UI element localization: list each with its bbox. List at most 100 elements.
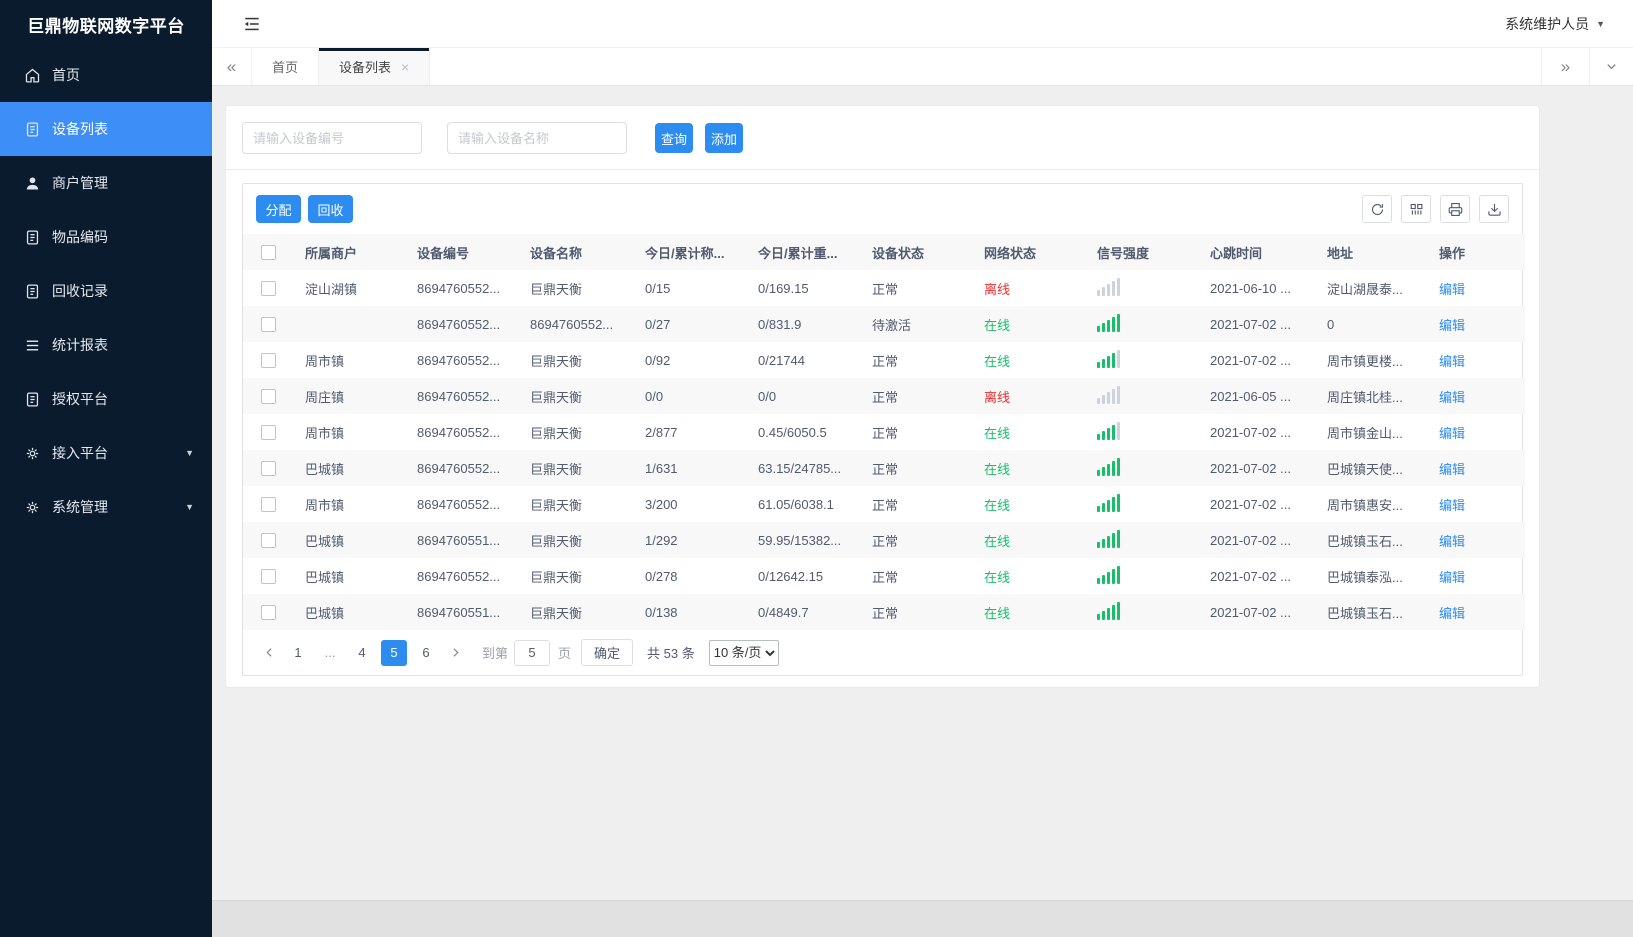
tab-device-list[interactable]: 设备列表 × <box>318 48 431 85</box>
cell-actions: 编辑 <box>1427 342 1525 378</box>
edit-link[interactable]: 编辑 <box>1439 534 1465 549</box>
sidebar-item-7[interactable]: 接入平台 ▼ <box>0 426 212 480</box>
edit-link[interactable]: 编辑 <box>1439 570 1465 585</box>
sidebar-item-2[interactable]: 商户管理 <box>0 156 212 210</box>
page-4-button[interactable]: 4 <box>349 640 375 666</box>
edit-link[interactable]: 编辑 <box>1439 354 1465 369</box>
row-checkbox[interactable] <box>260 317 276 333</box>
cell-checkbox <box>243 342 293 378</box>
cell-device-no: 8694760552... <box>417 316 501 332</box>
doc-icon <box>24 229 41 246</box>
add-button[interactable]: 添加 <box>705 123 743 153</box>
cell-device-no: 8694760551... <box>417 604 501 620</box>
row-checkbox[interactable] <box>260 497 276 513</box>
gear-icon <box>24 499 41 516</box>
cell-device-status: 待激活 <box>872 317 912 333</box>
tabs-scroll-left-button[interactable]: « <box>212 48 252 85</box>
page-5-button[interactable]: 5 <box>381 639 407 666</box>
sidebar-item-label: 商户管理 <box>52 175 108 191</box>
row-checkbox[interactable] <box>260 569 276 585</box>
page-1-button[interactable]: 1 <box>285 640 311 666</box>
cell-today-count: 0/278 <box>645 568 678 584</box>
table-row[interactable]: 巴城镇 8694760551... 巨鼎天衡 0/138 0/4849.7 正常… <box>243 594 1525 630</box>
table-row[interactable]: 8694760552... 8694760552... 0/27 0/831.9… <box>243 306 1525 342</box>
menu-fold-button[interactable] <box>242 14 262 34</box>
sidebar-item-3[interactable]: 物品编码 <box>0 210 212 264</box>
select-all-checkbox[interactable] <box>260 245 276 261</box>
cell-device-status: 正常 <box>872 281 899 297</box>
table-row[interactable]: 巴城镇 8694760552... 巨鼎天衡 1/631 63.15/24785… <box>243 450 1525 486</box>
column-settings-button[interactable] <box>1401 195 1431 223</box>
cell-device-name: 巨鼎天衡 <box>530 569 583 585</box>
edit-link[interactable]: 编辑 <box>1439 606 1465 621</box>
column-header-3: 今日/累计称... <box>633 234 746 270</box>
cell-heartbeat: 2021-07-02 ... <box>1210 568 1291 584</box>
sidebar-item-0[interactable]: 首页 <box>0 48 212 102</box>
edit-link[interactable]: 编辑 <box>1439 282 1465 297</box>
sidebar-item-5[interactable]: 统计报表 <box>0 318 212 372</box>
page-6-button[interactable]: 6 <box>413 640 439 666</box>
refresh-button[interactable] <box>1362 195 1392 223</box>
signal-strength-icon <box>1097 385 1120 404</box>
signal-strength-icon <box>1097 349 1120 368</box>
cell-heartbeat: 2021-07-02 ... <box>1210 496 1291 512</box>
edit-link[interactable]: 编辑 <box>1439 426 1465 441</box>
signal-strength-icon <box>1097 421 1120 440</box>
row-checkbox[interactable] <box>260 281 276 297</box>
prev-page-button[interactable] <box>256 640 282 666</box>
device-no-input[interactable] <box>242 122 422 154</box>
row-checkbox[interactable] <box>260 425 276 441</box>
table-row[interactable]: 周市镇 8694760552... 巨鼎天衡 2/877 0.45/6050.5… <box>243 414 1525 450</box>
sidebar-item-label: 物品编码 <box>52 229 108 245</box>
sidebar-item-6[interactable]: 授权平台 <box>0 372 212 426</box>
divider <box>226 169 1539 170</box>
table-row[interactable]: 周市镇 8694760552... 巨鼎天衡 0/92 0/21744 正常 在… <box>243 342 1525 378</box>
cell-address: 周市镇惠安... <box>1327 497 1403 513</box>
table-row[interactable]: 淀山湖镇 8694760552... 巨鼎天衡 0/15 0/169.15 正常… <box>243 270 1525 306</box>
cell-actions: 编辑 <box>1427 306 1525 342</box>
sidebar-item-1[interactable]: 设备列表 <box>0 102 212 156</box>
next-page-button[interactable] <box>442 640 468 666</box>
confirm-button[interactable]: 确定 <box>581 639 634 666</box>
edit-link[interactable]: 编辑 <box>1439 462 1465 477</box>
table-row[interactable]: 周市镇 8694760552... 巨鼎天衡 3/200 61.05/6038.… <box>243 486 1525 522</box>
assign-button[interactable]: 分配 <box>256 195 301 223</box>
table-row[interactable]: 巴城镇 8694760552... 巨鼎天衡 0/278 0/12642.15 … <box>243 558 1525 594</box>
row-checkbox[interactable] <box>260 605 276 621</box>
row-checkbox[interactable] <box>260 533 276 549</box>
caret-down-icon: ▼ <box>185 502 194 512</box>
cell-device-no: 8694760552... <box>417 460 501 476</box>
row-checkbox[interactable] <box>260 389 276 405</box>
cell-today-count: 0/138 <box>645 604 678 620</box>
table-row[interactable]: 周庄镇 8694760552... 巨鼎天衡 0/0 0/0 正常 离线 202… <box>243 378 1525 414</box>
tab-home[interactable]: 首页 <box>252 48 318 85</box>
goto-page-input[interactable] <box>514 639 551 666</box>
recycle-button[interactable]: 回收 <box>308 195 353 223</box>
page-size-select[interactable]: 10 条/页 <box>708 639 779 666</box>
tab-home-label: 首页 <box>272 60 299 75</box>
cell-heartbeat: 2021-07-02 ... <box>1210 604 1291 620</box>
row-checkbox[interactable] <box>260 353 276 369</box>
cell-merchant: 周市镇 <box>305 497 345 513</box>
edit-link[interactable]: 编辑 <box>1439 390 1465 405</box>
tabs-scroll-right-button[interactable]: » <box>1541 48 1589 85</box>
tabs-menu-button[interactable] <box>1589 48 1633 85</box>
export-button[interactable] <box>1479 195 1509 223</box>
sidebar-item-8[interactable]: 系统管理 ▼ <box>0 480 212 534</box>
cell-actions: 编辑 <box>1427 558 1525 594</box>
cell-checkbox <box>243 414 293 450</box>
print-button[interactable] <box>1440 195 1470 223</box>
tab-close-icon[interactable]: × <box>401 59 409 75</box>
device-name-input[interactable] <box>447 122 627 154</box>
table-row[interactable]: 巴城镇 8694760551... 巨鼎天衡 1/292 59.95/15382… <box>243 522 1525 558</box>
row-checkbox[interactable] <box>260 461 276 477</box>
cell-device-status: 正常 <box>872 353 899 369</box>
cell-actions: 编辑 <box>1427 378 1525 414</box>
sidebar-item-4[interactable]: 回收记录 <box>0 264 212 318</box>
user-menu[interactable]: 系统维护人员 ▼ <box>1505 14 1605 34</box>
edit-link[interactable]: 编辑 <box>1439 318 1465 333</box>
query-button[interactable]: 查询 <box>655 123 693 153</box>
cell-checkbox <box>243 486 293 522</box>
edit-link[interactable]: 编辑 <box>1439 498 1465 513</box>
cell-network-status: 在线 <box>984 569 1011 585</box>
